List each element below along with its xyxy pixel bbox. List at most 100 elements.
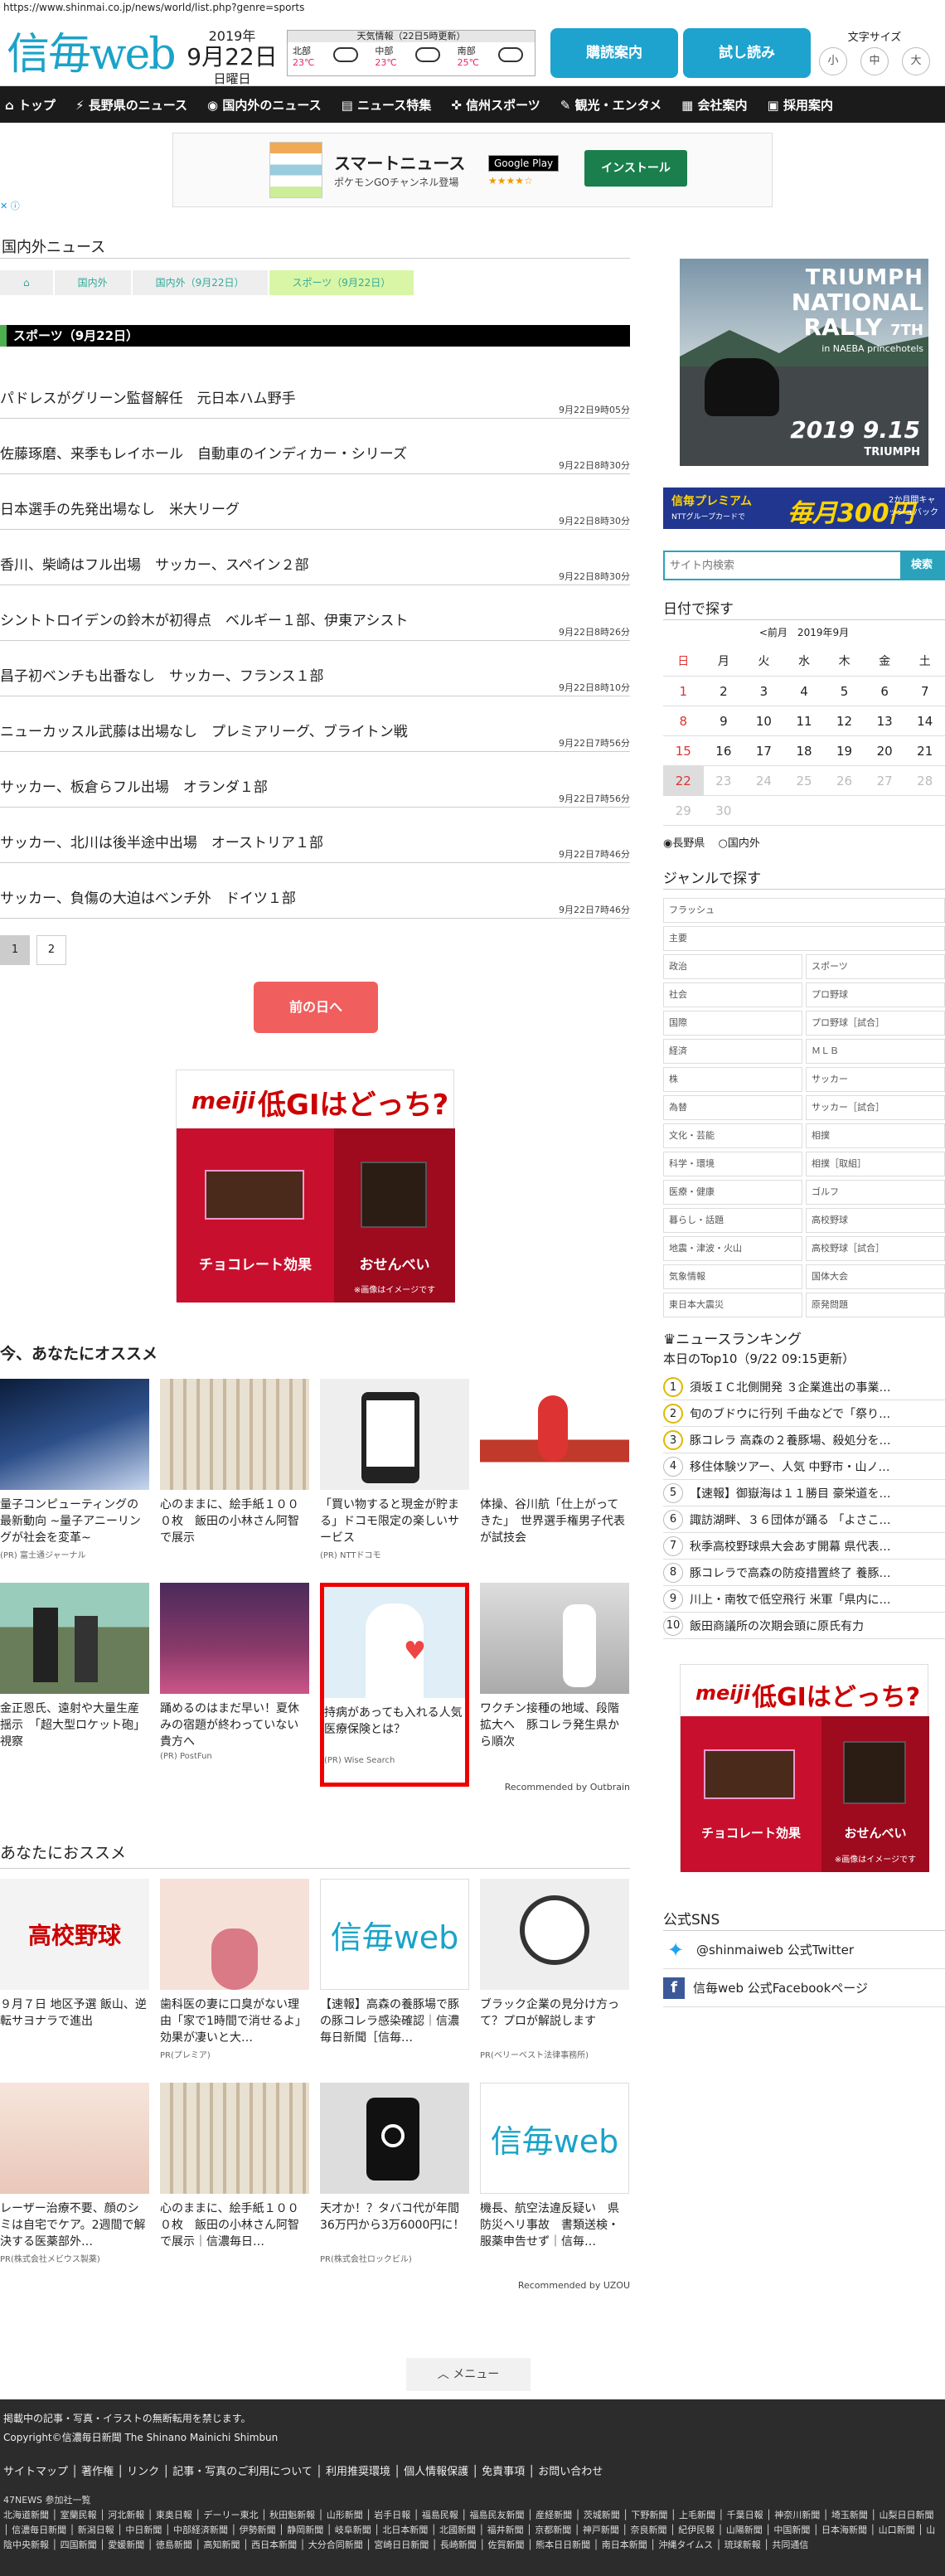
calendar-nav[interactable]: <前月 2019年9月: [663, 625, 945, 642]
network-links[interactable]: 北海道新聞 │ 室蘭民報 │ 河北新報 │ 東奥日報 │ デーリー東北 │ 秋田…: [3, 2508, 942, 2553]
triumph-ad[interactable]: TRIUMPH NATIONAL RALLY 7TH in NAEBA princeh…: [680, 259, 928, 466]
calendar-day[interactable]: 14: [904, 706, 945, 736]
genre-link[interactable]: プロ野球: [806, 982, 945, 1007]
news-title[interactable]: サッカー、北川は後半途中出場 オーストリア１部: [0, 831, 323, 851]
page-1-button[interactable]: 1: [0, 935, 30, 965]
radio-nagano[interactable]: ◉長野県: [663, 837, 705, 850]
footer-links[interactable]: サイトマップ │ 著作権 │ リンク │ 記事・写真のご利用について │ 利用推…: [3, 2462, 942, 2478]
nav-recruit[interactable]: ▣ 採用案内: [768, 96, 833, 114]
ranking-item[interactable]: 2 旬のブドウに行列 千曲などで「祭り…: [663, 1400, 945, 1427]
news-item[interactable]: 昌子初ベンチも出番なし サッカー、フランス１部 9月22日8時10分: [0, 641, 630, 696]
news-item[interactable]: 香川、柴崎はフル出場 サッカー、スペイン２部 9月22日8時30分: [0, 530, 630, 585]
genre-link[interactable]: サッカー: [806, 1067, 945, 1092]
premium-banner[interactable]: 信毎プレミアム NTTグループカードで 毎月300円 2か月間キャッシュバック: [663, 488, 945, 529]
recommend-card[interactable]: ワクチン接種の地域、段階拡大へ 豚コレラ発生県から順次: [480, 1583, 629, 1787]
breadcrumb-home-icon[interactable]: ⌂: [0, 270, 53, 295]
genre-link[interactable]: 文化・芸能: [663, 1123, 802, 1148]
recommend-card[interactable]: 金正恩氏、遠射や大量生産揺示 「超大型ロケット砲」視察: [0, 1583, 149, 1787]
recommend-card[interactable]: 体操、谷川航「仕上がってきた」 世界選手権男子代表が試技会: [480, 1379, 629, 1583]
url-bar[interactable]: https://www.shinmai.co.jp/news/world/lis…: [0, 0, 945, 17]
genre-link[interactable]: 株: [663, 1067, 802, 1092]
nav-tourism[interactable]: ✎ 観光・エンタメ: [560, 96, 662, 114]
genre-link[interactable]: スポーツ: [806, 954, 945, 979]
smartnews-ad[interactable]: スマートニュース ポケモンGOチャンネル登場 Google Play ★★★★☆…: [172, 133, 773, 207]
site-logo[interactable]: 信毎web: [7, 33, 177, 76]
genre-link[interactable]: 医療・健康: [663, 1180, 802, 1205]
genre-link[interactable]: 高校野球: [806, 1208, 945, 1233]
news-item[interactable]: シントトロイデンの鈴木が初得点 ベルギー１部、伊東アシスト 9月22日8時26分: [0, 585, 630, 641]
genre-link[interactable]: 主要: [663, 926, 945, 951]
recommend-card[interactable]: 信毎web 【速報】高森の養豚場で豚の豚コレラ感染確認｜信濃毎日新聞［信毎…: [320, 1879, 469, 2083]
breadcrumb-item[interactable]: 国内外（9月22日）: [132, 270, 268, 295]
news-title[interactable]: 日本選手の先発出場なし 米大リーグ: [0, 497, 240, 518]
search-button[interactable]: 検索: [900, 552, 943, 579]
ranking-item[interactable]: 8 豚コレラで高森の防疫措置終了 養豚…: [663, 1560, 945, 1586]
recommend-card[interactable]: 心のままに、絵手紙１０００枚 飯田の小林さん阿智で展示: [160, 1379, 309, 1583]
news-title[interactable]: 香川、柴崎はフル出場 サッカー、スペイン２部: [0, 553, 309, 574]
genre-link[interactable]: 相撲［取組］: [806, 1152, 945, 1176]
calendar-day[interactable]: 11: [783, 706, 825, 736]
twitter-link[interactable]: ✦ @shinmaiweb 公式Twitter: [663, 1931, 945, 1969]
facebook-link[interactable]: f 信毎web 公式Facebookページ: [663, 1969, 945, 2007]
news-title[interactable]: ニューカッスル武藤は出場なし プレミアリーグ、ブライトン戦: [0, 720, 408, 740]
genre-link[interactable]: 気象情報: [663, 1264, 802, 1289]
genre-link[interactable]: 国体大会: [806, 1264, 945, 1289]
font-size-large-button[interactable]: 大: [902, 47, 930, 75]
recommend-text[interactable]: 量子コンピューティングの最新動向 ~量子アニーリングが社会を変革~: [0, 1497, 149, 1546]
calendar-day[interactable]: 13: [864, 706, 905, 736]
genre-link[interactable]: 地震・津波・火山: [663, 1236, 802, 1261]
recommend-text[interactable]: 踊めるのはまだ早い！夏休みの宿題が終わっていない貴方へ: [160, 1700, 309, 1750]
nav-sports[interactable]: ✜ 信州スポーツ: [451, 96, 540, 114]
calendar-day-today[interactable]: 22: [663, 766, 704, 796]
calendar-day[interactable]: 12: [824, 706, 865, 736]
calendar-day[interactable]: 7: [904, 677, 945, 706]
genre-link[interactable]: 暮らし・話題: [663, 1208, 802, 1233]
calendar-day[interactable]: 21: [904, 736, 945, 766]
recommend-text[interactable]: 天才か！？タバコ代が年間36万円から3万6000円に！: [320, 2200, 469, 2250]
ranking-item[interactable]: 6 諏訪湖畔、３６団体が踊る 「よさこ…: [663, 1506, 945, 1533]
genre-link[interactable]: ＭＬＢ: [806, 1039, 945, 1064]
recommend-text[interactable]: 金正恩氏、遠射や大量生産揺示 「超大型ロケット砲」視察: [0, 1700, 149, 1750]
ranking-title[interactable]: 須坂ＩＣ北側開発 ３企業進出の事業…: [690, 1379, 890, 1395]
genre-link[interactable]: 政治: [663, 954, 802, 979]
recommend-text[interactable]: ワクチン接種の地域、段階拡大へ 豚コレラ発生県から順次: [480, 1700, 629, 1750]
genre-link[interactable]: 科学・環境: [663, 1152, 802, 1176]
news-item[interactable]: 佐藤琢磨、来季もレイホール 自動車のインディカー・シリーズ 9月22日8時30分: [0, 419, 630, 474]
recommend-text[interactable]: 歯科医の妻に口臭がない理由「家で1時間で消せるよ」効果が凄いと大…: [160, 1996, 309, 2046]
calendar-day[interactable]: 6: [864, 677, 905, 706]
page-2-button[interactable]: 2: [36, 935, 66, 965]
recommend-card[interactable]: レーザー治療不要、顔のシミは自宅でケア。2週間で解決する医薬部外… PR(株式会社…: [0, 2083, 149, 2287]
menu-button[interactable]: ︿ メニュー: [406, 2358, 531, 2391]
meiji-ad[interactable]: meiji 低GIはどっち? チョコレート効果 おせんべい ※画像はイメージです: [176, 1070, 455, 1303]
news-item[interactable]: パドレスがグリーン監督解任 元日本ハム野手 9月22日9時05分: [0, 363, 630, 419]
news-item[interactable]: サッカー、板倉らフル出場 オランダ１部 9月22日7時56分: [0, 752, 630, 808]
recommend-text[interactable]: 体操、谷川航「仕上がってきた」 世界選手権男子代表が試技会: [480, 1497, 629, 1546]
ranking-title[interactable]: 移住体験ツアー、人気 中野市・山ノ…: [690, 1458, 889, 1475]
subscribe-button[interactable]: 購読案内: [550, 28, 678, 78]
calendar-day[interactable]: 18: [783, 736, 825, 766]
recommend-text[interactable]: 【速報】高森の養豚場で豚の豚コレラ感染確認｜信濃毎日新聞［信毎…: [320, 1996, 469, 2046]
breadcrumb-item[interactable]: 国内外: [54, 270, 131, 295]
font-size-small-button[interactable]: 小: [819, 47, 847, 75]
nav-nagano[interactable]: ⚡ 長野県のニュース: [75, 96, 187, 114]
ranking-item[interactable]: 1 須坂ＩＣ北側開発 ３企業進出の事業…: [663, 1374, 945, 1400]
ranking-item[interactable]: 9 川上・南牧で低空飛行 米軍「県内に…: [663, 1586, 945, 1613]
radio-world[interactable]: ○国内外: [719, 837, 760, 850]
calendar-day[interactable]: 3: [744, 677, 784, 706]
recommend-text[interactable]: 心のままに、絵手紙１０００枚 飯田の小林さん阿智で展示｜信濃毎日…: [160, 2200, 309, 2250]
genre-link[interactable]: 経済: [663, 1039, 802, 1064]
nav-company[interactable]: ▦ 会社案内: [681, 96, 747, 114]
ranking-item[interactable]: 7 秋季高校野球県大会あす開幕 県代表…: [663, 1533, 945, 1560]
recommend-card[interactable]: 高校野球 ９月７日 地区予選 飯山、逆転サヨナラで進出: [0, 1879, 149, 2083]
install-button[interactable]: インストール: [584, 150, 687, 187]
recommend-card[interactable]: 心のままに、絵手紙１０００枚 飯田の小林さん阿智で展示｜信濃毎日…: [160, 2083, 309, 2287]
recommend-card[interactable]: 歯科医の妻に口臭がない理由「家で1時間で消せるよ」効果が凄いと大… PR(プレミア…: [160, 1879, 309, 2083]
genre-link[interactable]: 国際: [663, 1011, 802, 1036]
ranking-title[interactable]: 秋季高校野球県大会あす開幕 県代表…: [690, 1538, 890, 1555]
genre-link[interactable]: 原発問題: [806, 1293, 945, 1317]
ranking-item[interactable]: 5 【速報】御嶽海は１１勝目 豪栄道を…: [663, 1480, 945, 1506]
recommend-text[interactable]: 機長、航空法違反疑い 県防災ヘリ事故 書類送検・服薬申告せず｜信毎…: [480, 2200, 629, 2250]
calendar-day[interactable]: 15: [663, 736, 704, 766]
recommend-text[interactable]: レーザー治療不要、顔のシミは自宅でケア。2週間で解決する医薬部外…: [0, 2200, 149, 2250]
recommend-text[interactable]: 「買い物すると現金が貯まる」ドコモ限定の楽しいサービス: [320, 1497, 469, 1546]
